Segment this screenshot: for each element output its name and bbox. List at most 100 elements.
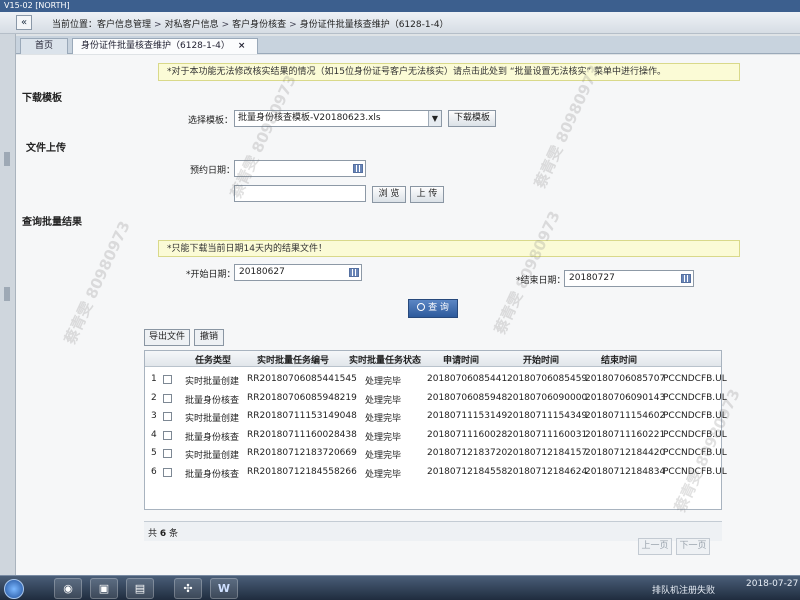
tab-bar: 首页 身份证件批量核查维护（6128-1-4） ×: [16, 36, 800, 54]
table-cell-start: 20180711154349: [507, 411, 588, 422]
table-cell-end: 20180712184420: [585, 448, 666, 459]
column-header[interactable]: 实时批量任务编号: [257, 353, 329, 366]
calendar-icon[interactable]: [353, 164, 363, 173]
download-template-button[interactable]: 下载模板: [448, 110, 496, 127]
breadcrumb-separator: >: [221, 20, 230, 30]
table-cell-status: 处理完毕: [365, 451, 402, 462]
breadcrumb-item-current: 身份证件批量核查维护（6128-1-4）: [299, 20, 449, 30]
start-button[interactable]: [4, 579, 24, 599]
table-cell-status: 处理完毕: [365, 414, 402, 425]
table-cell-status: 处理完毕: [365, 377, 402, 387]
row-checkbox[interactable]: [163, 375, 172, 384]
prev-page-button[interactable]: 上一页: [638, 538, 672, 555]
word-icon[interactable]: W: [210, 578, 238, 599]
table-row[interactable]: 5 实时批量创建 RR20180712183720669 处理完毕 2018071218…: [145, 445, 727, 463]
next-page-button[interactable]: 下一页: [676, 538, 710, 555]
table-cell-id: RR20180712184558266: [247, 467, 357, 477]
column-header[interactable]: 申请时间: [443, 353, 479, 366]
table-cell-id: RR20180706085441545: [247, 374, 357, 384]
table-cell-status: 处理完毕: [365, 432, 402, 443]
strip-grip[interactable]: [4, 152, 10, 166]
file-path-input[interactable]: [234, 185, 366, 202]
breadcrumb: 当前位置：客户信息管理 > 对私客户信息 > 客户身份核查 > 身份证件批量核查维护（612…: [52, 17, 449, 30]
app-window-icon[interactable]: ▤: [126, 578, 154, 599]
top-notice-banner[interactable]: *对于本功能无法修改核实结果的情况（如15位身份证号客户无法核实）请点击此处到 …: [158, 63, 740, 81]
firefox-icon[interactable]: ◉: [54, 578, 82, 599]
table-row[interactable]: 1 实时批量创建 RR20180706085441545 处理完毕 2018070608…: [145, 371, 727, 389]
column-header[interactable]: 开始时间: [523, 353, 559, 366]
taskbar: ◉ ▣ ▤ ✣ W 排队机注册失败 2018-07-27: [0, 575, 800, 600]
upload-button[interactable]: 上 传: [410, 186, 444, 203]
start-date-input[interactable]: 20180627: [234, 264, 362, 281]
table-cell-apply: 20180712184558: [427, 467, 508, 477]
start-date-value: 20180627: [239, 267, 285, 277]
section-title-download: 下载模板: [22, 93, 62, 104]
tab-id-batch-check[interactable]: 身份证件批量核查维护（6128-1-4） ×: [72, 38, 258, 54]
column-header[interactable]: 任务类型: [195, 353, 231, 366]
table-cell-id: RR20180712183720669: [247, 448, 357, 459]
breadcrumb-item[interactable]: 客户信息管理: [97, 20, 151, 30]
tab-label: 身份证件批量核查维护（6128-1-4）: [81, 41, 230, 51]
search-icon: [417, 303, 426, 311]
collapse-menu-button[interactable]: «: [16, 15, 32, 30]
table-cell-apply: 20180711153149: [427, 411, 508, 422]
close-icon[interactable]: ×: [238, 41, 246, 51]
table-cell-type: 批量身份核查: [185, 470, 240, 480]
breadcrumb-item[interactable]: 对私客户信息: [165, 20, 219, 30]
table-cell-start: 20180712184157: [507, 448, 588, 459]
total-suffix: 条: [169, 529, 179, 539]
row-checkbox[interactable]: [163, 449, 172, 459]
table-row[interactable]: 4 批量身份核查 RR20180711160028438 处理完毕 2018071116…: [145, 427, 727, 445]
strip-grip[interactable]: [4, 287, 10, 301]
table-cell-no: 6: [151, 467, 157, 477]
query-notice-text: *只能下载当前日期14天内的结果文件！: [167, 244, 327, 254]
export-file-button[interactable]: 导出文件: [144, 329, 190, 346]
batch-result-table: 任务类型 实时批量任务编号 实时批量任务状态 申请时间 开始时间 结束时间 1 实…: [144, 350, 727, 510]
table-cell-end: 20180712184834: [585, 467, 666, 477]
table-row[interactable]: 2 批量身份核查 RR20180706085948219 处理完毕 2018070608…: [145, 390, 727, 408]
left-collapse-strip[interactable]: [0, 12, 16, 575]
table-header: 任务类型 实时批量任务编号 实时批量任务状态 申请时间 开始时间 结束时间: [145, 351, 721, 367]
table-cell-id: RR20180706085948219: [247, 392, 357, 403]
breadcrumb-separator: >: [289, 20, 297, 30]
table-cell-end: 20180706090143: [585, 392, 666, 403]
column-header[interactable]: 结束时间: [601, 353, 637, 366]
table-cell-start: 20180712184624: [507, 467, 588, 477]
tab-home[interactable]: 首页: [20, 38, 68, 54]
table-cell-status: 处理完毕: [365, 470, 402, 480]
start-date-label: *开始日期：: [186, 270, 236, 280]
column-header[interactable]: 实时批量任务状态: [349, 353, 421, 366]
end-date-input[interactable]: 20180727: [564, 270, 694, 287]
table-cell-start: 20180711160031: [507, 429, 588, 440]
breadcrumb-item[interactable]: 客户身份核查: [232, 20, 286, 30]
total-count: 6: [159, 529, 167, 539]
table-row[interactable]: 6 批量身份核查 RR20180712184558266 处理完毕 2018071218…: [145, 464, 727, 482]
table-cell-status: 处理完毕: [365, 395, 402, 406]
table-row[interactable]: 3 实时批量创建 RR20180711153149048 处理完毕 2018071115…: [145, 408, 727, 426]
table-cell-extra: PCCNDCFB.UL: [663, 374, 727, 384]
row-checkbox[interactable]: [163, 393, 172, 403]
calendar-icon[interactable]: [349, 268, 359, 277]
breadcrumb-separator: >: [154, 20, 162, 30]
window-title-bar: V15-02 [NORTH]: [0, 0, 800, 12]
table-cell-apply: 20180712183720: [427, 448, 508, 459]
row-checkbox[interactable]: [163, 430, 172, 440]
table-footer: 共 6 条 上一页 下一页: [144, 521, 722, 555]
network-app-icon[interactable]: ✣: [174, 578, 202, 599]
query-button[interactable]: 查 询: [408, 299, 458, 318]
total-count-text: 共 6 条: [148, 526, 178, 539]
tray-date: 2018-07-27: [746, 579, 799, 589]
calendar-icon[interactable]: [681, 274, 691, 283]
tray-notification-text[interactable]: 排队机注册失败: [652, 583, 715, 596]
query-button-label: 查 询: [428, 303, 449, 313]
chevron-down-icon[interactable]: ▼: [428, 111, 441, 126]
row-checkbox[interactable]: [163, 412, 172, 422]
browse-button[interactable]: 浏 览: [372, 186, 406, 203]
breadcrumb-bar: « 当前位置：客户信息管理 > 对私客户信息 > 客户身份核查 > 身份证件批量核查维护（6…: [0, 12, 800, 34]
table-cell-no: 5: [151, 448, 157, 459]
table-cell-end: 20180711154602: [585, 411, 666, 422]
reserve-date-label: 预约日期：: [190, 166, 236, 176]
row-checkbox[interactable]: [163, 468, 172, 477]
explorer-icon[interactable]: ▣: [90, 578, 118, 599]
revoke-button[interactable]: 撤销: [194, 329, 224, 346]
